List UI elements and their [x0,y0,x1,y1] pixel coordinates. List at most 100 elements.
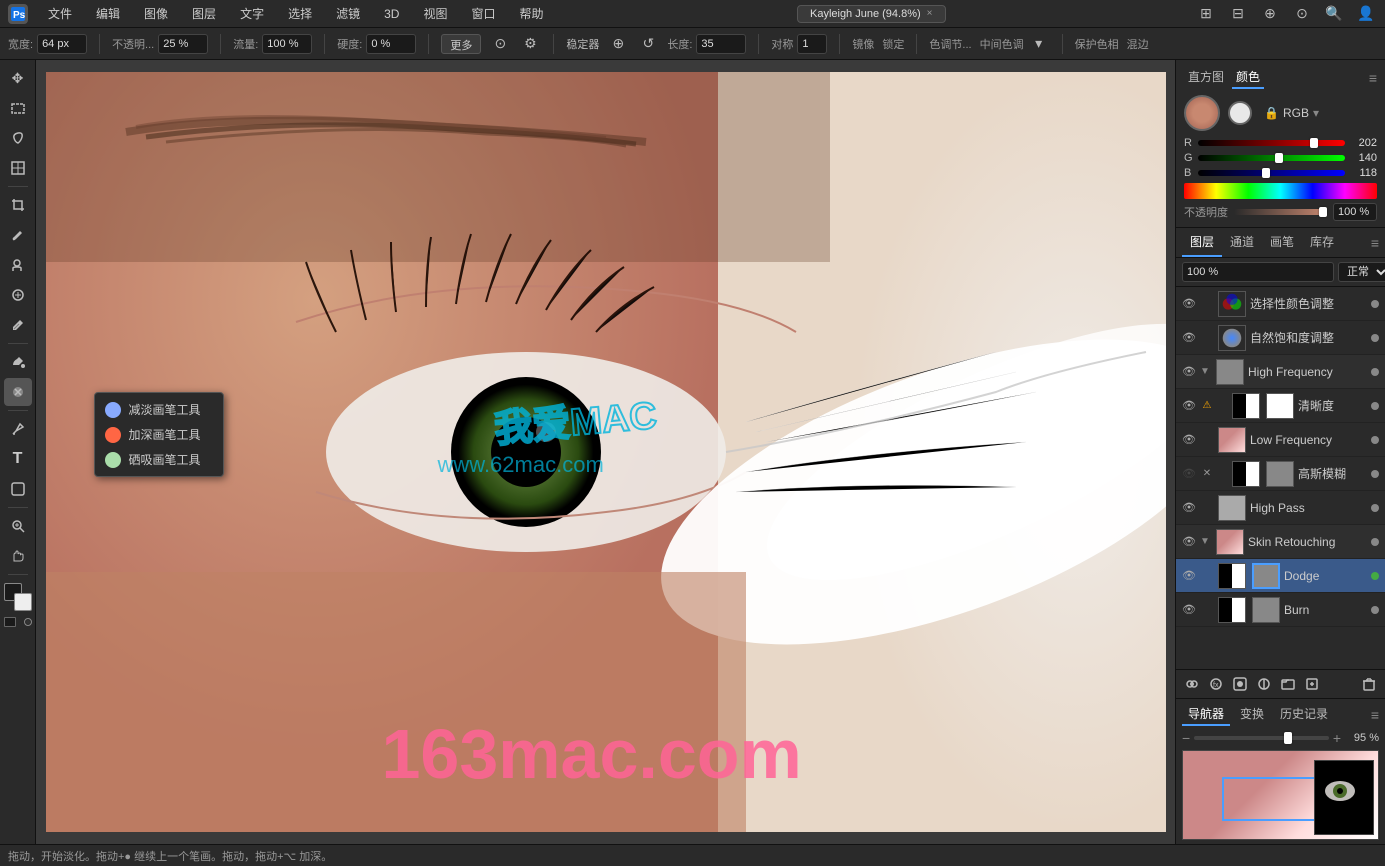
zoom-in-button[interactable]: + [1333,730,1341,746]
g-track[interactable] [1198,155,1345,161]
tool-dodge[interactable] [4,378,32,406]
tool-paint-bucket[interactable] [4,348,32,376]
layer-eye-gaosi[interactable]: 👁 [1182,467,1196,481]
delete-layer-button[interactable] [1359,674,1379,694]
nav-preview[interactable] [1182,750,1379,840]
menu-layer[interactable]: 图层 [188,3,220,24]
tab-history[interactable]: 历史记录 [1274,703,1334,726]
hardness-input[interactable] [366,34,416,54]
tab-color[interactable]: 颜色 [1232,66,1264,89]
new-group-button[interactable] [1278,674,1298,694]
layer-skin-retouching[interactable]: 👁 ▼ Skin Retouching [1176,525,1385,559]
align-input[interactable] [797,34,827,54]
tool-brush[interactable] [4,221,32,249]
layer-burn[interactable]: 👁 Burn [1176,593,1385,627]
layer-chevron-high-freq[interactable]: ▼ [1200,366,1212,377]
tools-icon[interactable]: ⊕ [1259,3,1281,25]
tool-eyedropper[interactable] [4,311,32,339]
opacity-thumb[interactable] [1319,207,1327,217]
r-thumb[interactable] [1310,138,1318,148]
layer-high-frequency[interactable]: 👁 ▼ High Frequency [1176,355,1385,389]
layer-eye-low-freq[interactable]: 👁 [1182,433,1196,447]
tab-library[interactable]: 库存 [1302,228,1342,257]
dropdown-icon[interactable]: ▾ [1028,33,1050,55]
g-thumb[interactable] [1275,153,1283,163]
layer-dodge[interactable]: 👁 Dodge [1176,559,1385,593]
close-tab-button[interactable]: × [927,8,933,19]
search-icon[interactable]: 🔍 [1323,3,1345,25]
layer-eye-selective-color[interactable]: 👁 [1182,297,1196,311]
tool-select-rect[interactable] [4,94,32,122]
width-input[interactable] [37,34,87,54]
canvas-image[interactable]: 我爱MAC www.62mac.com 163mac.com 减淡画笔工具 [46,72,1166,832]
background-swatch[interactable] [1228,101,1252,125]
layer-eye-sharpness[interactable]: 👁 [1182,399,1196,413]
default-colors-icon[interactable] [24,618,32,626]
stabilizer-icon[interactable]: ⊕ [607,33,629,55]
fx-button[interactable]: fx [1206,674,1226,694]
layer-natural-saturation[interactable]: 👁 自然饱和度调整 [1176,321,1385,355]
menu-window[interactable]: 窗口 [467,3,499,24]
layer-eye-high-pass[interactable]: 👁 [1182,501,1196,515]
color-mode-dropdown[interactable]: ▾ [1313,106,1319,120]
layer-selective-color[interactable]: 👁 选择性颜色调整 [1176,287,1385,321]
mask-button[interactable] [1230,674,1250,694]
tool-colors[interactable] [4,583,32,611]
app-icon[interactable]: Ps [8,4,28,24]
menu-help[interactable]: 帮助 [515,3,547,24]
tab-brush[interactable]: 画笔 [1262,228,1302,257]
foreground-swatch[interactable] [1184,95,1220,131]
tool-pen[interactable] [4,415,32,443]
layer-gaosi[interactable]: 👁 ✕ 高斯模糊 [1176,457,1385,491]
opacity-input[interactable] [1333,203,1377,221]
doc-tab[interactable]: Kayleigh June (94.8%) × [797,5,946,23]
tool-crop[interactable] [4,191,32,219]
nav-menu-icon[interactable]: ≡ [1371,707,1379,723]
layer-opacity-input[interactable] [1182,262,1334,282]
length-input[interactable] [696,34,746,54]
layer-low-frequency[interactable]: 👁 Low Frequency [1176,423,1385,457]
more-button[interactable]: 更多 [441,34,481,54]
layer-eye-natural-sat[interactable]: 👁 [1182,331,1196,345]
nav-zoom-track[interactable] [1194,736,1329,740]
menu-select[interactable]: 选择 [284,3,316,24]
tab-histogram[interactable]: 直方图 [1184,66,1228,89]
opacity-track[interactable] [1234,209,1327,215]
r-track[interactable] [1198,140,1345,146]
layer-chevron-skin[interactable]: ▼ [1200,536,1212,547]
b-track[interactable] [1198,170,1345,176]
layer-mode-select[interactable]: 正常 [1338,262,1385,282]
layer-sharpness[interactable]: 👁 ⚠ 清晰度 [1176,389,1385,423]
tool-shape[interactable] [4,475,32,503]
menu-text[interactable]: 文字 [236,3,268,24]
menu-image[interactable]: 图像 [140,3,172,24]
workspace-icon[interactable]: ⊞ [1195,3,1217,25]
layer-eye-dodge[interactable]: 👁 [1182,569,1196,583]
layer-eye-skin[interactable]: 👁 [1182,535,1196,549]
tool-stamp[interactable] [4,251,32,279]
tab-layers[interactable]: 图层 [1182,228,1222,257]
layer-eye-high-freq[interactable]: 👁 [1182,365,1196,379]
menu-file[interactable]: 文件 [44,3,76,24]
zoom-out-button[interactable]: − [1182,730,1190,746]
adjustment-button[interactable] [1254,674,1274,694]
tool-heal[interactable] [4,281,32,309]
preset-icon[interactable]: ⊙ [489,33,511,55]
opacity-input[interactable] [158,34,208,54]
tooltip-burn[interactable]: 加深画笔工具 [95,422,223,447]
tab-transform[interactable]: 变换 [1234,703,1270,726]
nav-zoom-thumb[interactable] [1284,732,1292,744]
refresh-icon[interactable]: ↺ [637,33,659,55]
arrange-icon[interactable]: ⊟ [1227,3,1249,25]
menu-view[interactable]: 视图 [419,3,451,24]
tool-select-lasso[interactable] [4,124,32,152]
share-icon[interactable]: ⊙ [1291,3,1313,25]
tooltip-dodge[interactable]: 减淡画笔工具 [95,397,223,422]
menu-edit[interactable]: 编辑 [92,3,124,24]
panel-menu-icon[interactable]: ≡ [1369,70,1377,86]
new-layer-button[interactable] [1302,674,1322,694]
b-thumb[interactable] [1262,168,1270,178]
layer-high-pass[interactable]: 👁 High Pass [1176,491,1385,525]
tool-transform[interactable] [4,154,32,182]
tool-text[interactable]: T [4,445,32,473]
